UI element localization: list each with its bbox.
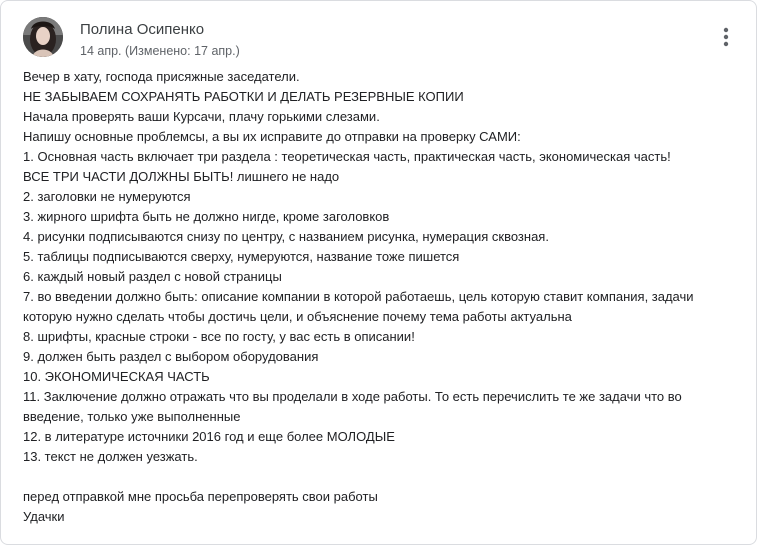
post-line: Начала проверять ваши Курсачи, плачу гор…	[23, 109, 380, 124]
post-line: 1. Основная часть включает три раздела :…	[23, 149, 671, 164]
post-header: Полина Осипенко 14 апр. (Изменено: 17 ап…	[23, 17, 240, 59]
post-line: 3. жирного шрифта быть не должно нигде, …	[23, 209, 390, 224]
post-line: Вечер в хату, господа присяжные заседате…	[23, 69, 300, 84]
post-body: Вечер в хату, господа присяжные заседате…	[23, 67, 735, 527]
post-line: 13. текст не должен уезжать.	[23, 449, 198, 464]
post-line: Удачки	[23, 509, 65, 524]
user-avatar-icon	[23, 17, 63, 57]
post-line: ВСЕ ТРИ ЧАСТИ ДОЛЖНЫ БЫТЬ! лишнего не на…	[23, 169, 340, 184]
post-line: 9. должен быть раздел с выбором оборудов…	[23, 349, 319, 364]
post-card: Полина Осипенко 14 апр. (Изменено: 17 ап…	[0, 0, 757, 545]
author-block: Полина Осипенко 14 апр. (Изменено: 17 ап…	[80, 21, 240, 59]
post-line: 8. шрифты, красные строки - все по госту…	[23, 329, 415, 344]
post-line: которую нужно сделать чтобы достичь цели…	[23, 309, 572, 324]
post-line: 2. заголовки не нумеруются	[23, 189, 191, 204]
post-line: 10. ЭКОНОМИЧЕСКАЯ ЧАСТЬ	[23, 369, 210, 384]
post-line-blank	[23, 467, 735, 487]
post-date: 14 апр. (Изменено: 17 апр.)	[80, 44, 240, 58]
more-options-button[interactable]	[714, 25, 738, 49]
post-line: 7. во введении должно быть: описание ком…	[23, 289, 694, 304]
post-line: Напишу основные проблемсы, а вы их испра…	[23, 129, 521, 144]
post-line: 6. каждый новый раздел с новой страницы	[23, 269, 282, 284]
post-line: перед отправкой мне просьба перепроверят…	[23, 489, 378, 504]
post-line: 4. рисунки подписываются снизу по центру…	[23, 229, 549, 244]
post-line: НЕ ЗАБЫВАЕМ СОХРАНЯТЬ РАБОТКИ И ДЕЛАТЬ Р…	[23, 89, 464, 104]
more-vert-icon	[723, 27, 729, 47]
post-line: 12. в литературе источники 2016 год и ещ…	[23, 429, 395, 444]
post-line: 11. Заключение должно отражать что вы пр…	[23, 389, 682, 404]
avatar[interactable]	[23, 17, 63, 57]
author-name[interactable]: Полина Осипенко	[80, 21, 240, 39]
post-line: 5. таблицы подписываются сверху, нумерую…	[23, 249, 460, 264]
post-line: введение, только уже выполненные	[23, 409, 241, 424]
